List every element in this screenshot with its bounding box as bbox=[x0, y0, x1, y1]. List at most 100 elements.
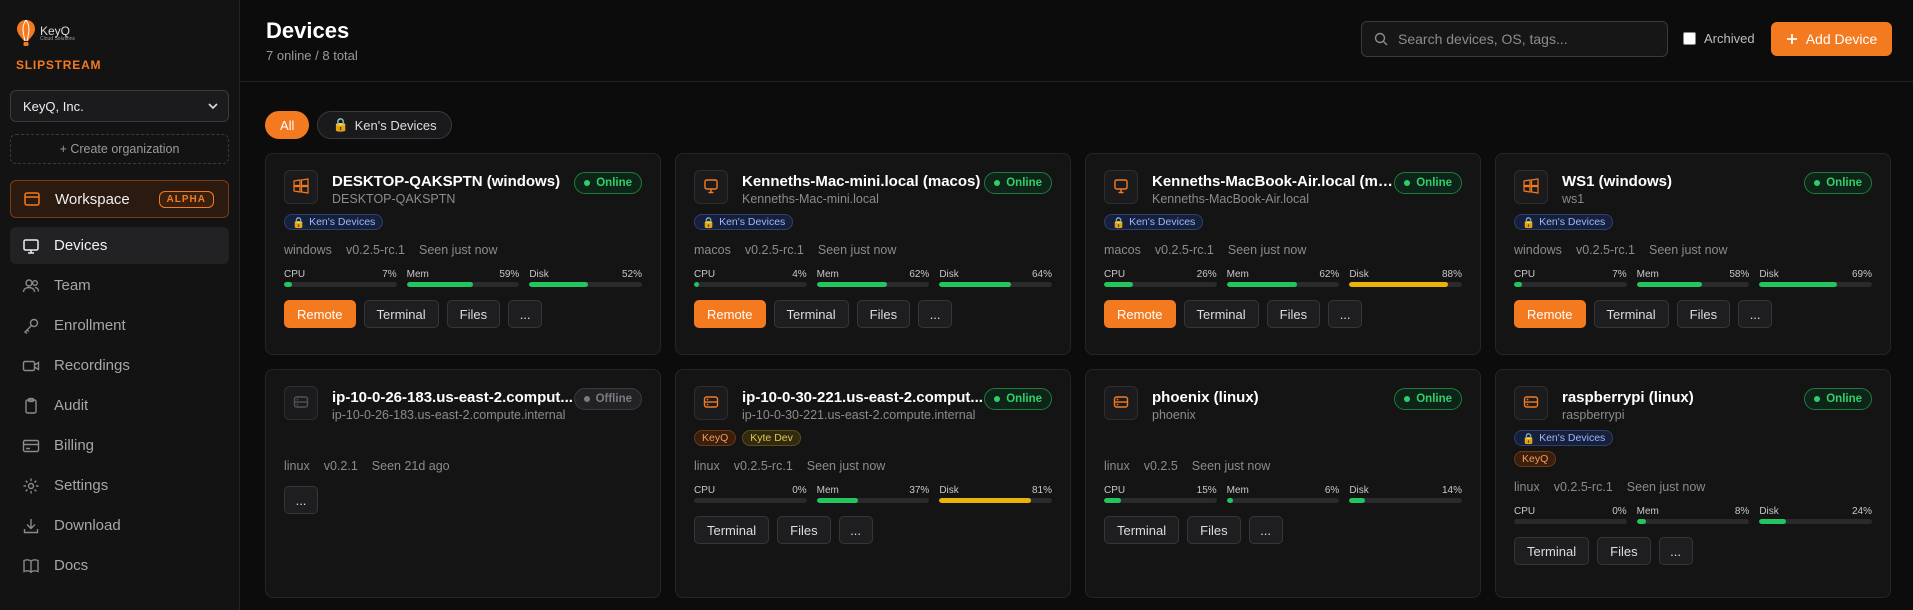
metric-bar bbox=[816, 498, 930, 503]
device-hostname: DESKTOP-QAKSPTN bbox=[332, 192, 456, 206]
device-type-icon bbox=[1514, 386, 1548, 420]
more-button[interactable]: ... bbox=[1658, 537, 1693, 565]
device-name[interactable]: Kenneths-Mac-mini.local (macos) bbox=[742, 173, 987, 190]
search-input[interactable] bbox=[1398, 31, 1648, 47]
credit-card-icon bbox=[22, 439, 40, 452]
metric-label: CPU bbox=[284, 269, 306, 280]
files-button[interactable]: Files bbox=[856, 300, 911, 328]
device-metrics: CPU 0% Mem 37% Disk 81% bbox=[694, 485, 1052, 503]
sidebar-item-settings[interactable]: Settings bbox=[10, 467, 229, 504]
remote-button[interactable]: Remote bbox=[694, 300, 766, 328]
device-card[interactable]: WS1 (windows) ws1 Online 🔒 Ken's Devices wind… bbox=[1495, 153, 1891, 355]
add-device-button[interactable]: Add Device bbox=[1771, 22, 1892, 56]
organization-select[interactable]: KeyQ, Inc. bbox=[10, 90, 229, 122]
terminal-button[interactable]: Terminal bbox=[363, 300, 439, 328]
terminal-button[interactable]: Terminal bbox=[1593, 300, 1669, 328]
device-tag: 🔒 Ken's Devices bbox=[1514, 430, 1614, 446]
archived-label: Archived bbox=[1704, 31, 1755, 46]
status-label: Online bbox=[1006, 393, 1042, 405]
device-name[interactable]: raspberrypi (linux) bbox=[1562, 389, 1807, 406]
device-meta: linux v0.2.5-rc.1 Seen just now bbox=[1514, 480, 1872, 494]
metric-value: 7% bbox=[1612, 269, 1627, 280]
remote-button[interactable]: Remote bbox=[284, 300, 356, 328]
device-name[interactable]: WS1 (windows) bbox=[1562, 173, 1807, 190]
filter-kens-devices[interactable]: 🔒 Ken's Devices bbox=[317, 111, 452, 139]
sidebar-item-enrollment[interactable]: Enrollment bbox=[10, 307, 229, 344]
files-button[interactable]: Files bbox=[1597, 537, 1651, 565]
filter-all[interactable]: All bbox=[265, 111, 310, 139]
device-name[interactable]: DESKTOP-QAKSPTN (windows) bbox=[332, 173, 577, 190]
archived-toggle[interactable]: Archived bbox=[1683, 31, 1755, 46]
device-card[interactable]: Kenneths-MacBook-Air.local (ma... Kenneth… bbox=[1085, 153, 1481, 355]
sidebar-item-workspace[interactable]: Workspace ALPHA bbox=[10, 180, 229, 218]
device-os: windows bbox=[284, 243, 332, 257]
lock-icon: 🔒 bbox=[1112, 216, 1126, 229]
files-button[interactable]: Files bbox=[777, 516, 831, 544]
device-metrics: CPU 15% Mem 6% Disk 14% bbox=[1104, 485, 1462, 503]
sidebar-item-recordings[interactable]: Recordings bbox=[10, 347, 229, 384]
device-type-icon bbox=[1104, 170, 1138, 204]
status-dot bbox=[583, 396, 590, 402]
metric-bar-fill bbox=[816, 282, 887, 287]
device-tags: 🔒 Ken's Devices bbox=[1514, 214, 1872, 230]
plus-icon bbox=[1786, 34, 1797, 44]
device-os: macos bbox=[1104, 243, 1141, 257]
device-hostname: ws1 bbox=[1562, 192, 1585, 206]
device-name[interactable]: phoenix (linux) bbox=[1152, 389, 1397, 406]
metric-bar bbox=[1104, 498, 1217, 503]
sidebar-item-label: Recordings bbox=[54, 357, 130, 374]
device-meta: linux v0.2.1 Seen 21d ago bbox=[284, 459, 642, 473]
metric-bar bbox=[1759, 519, 1872, 524]
device-type-icon bbox=[694, 386, 728, 420]
device-actions: Remote Terminal Files... bbox=[284, 300, 642, 328]
more-button[interactable]: ... bbox=[508, 300, 543, 328]
device-name[interactable]: Kenneths-MacBook-Air.local (ma... bbox=[1152, 173, 1397, 190]
sidebar-item-team[interactable]: Team bbox=[10, 267, 229, 304]
more-button[interactable]: ... bbox=[918, 300, 953, 328]
search-box[interactable] bbox=[1361, 21, 1668, 57]
terminal-button[interactable]: Terminal bbox=[1104, 516, 1180, 544]
device-card[interactable]: phoenix (linux) phoenix Online linux v0.2.5 S… bbox=[1085, 369, 1481, 598]
sidebar-item-devices[interactable]: Devices bbox=[10, 227, 229, 264]
more-button[interactable]: ... bbox=[284, 486, 318, 514]
device-card[interactable]: DESKTOP-QAKSPTN (windows) DESKTOP-QAKSPTN… bbox=[265, 153, 661, 355]
book-icon bbox=[23, 558, 39, 573]
more-button[interactable]: ... bbox=[1248, 516, 1283, 544]
sidebar-item-billing[interactable]: Billing bbox=[10, 427, 229, 464]
metric-bar bbox=[694, 498, 807, 503]
device-card[interactable]: ip-10-0-30-221.us-east-2.comput... ip-10-… bbox=[675, 369, 1071, 598]
more-button[interactable]: ... bbox=[838, 516, 873, 544]
sidebar-item-download[interactable]: Download bbox=[10, 507, 229, 544]
device-card[interactable]: Kenneths-Mac-mini.local (macos) Kenneths-… bbox=[675, 153, 1071, 355]
files-button[interactable]: Files bbox=[446, 300, 501, 328]
files-button[interactable]: Files bbox=[1676, 300, 1731, 328]
metric-disk: Disk 64% bbox=[939, 269, 1052, 287]
files-button[interactable]: Files bbox=[1187, 516, 1241, 544]
terminal-button[interactable]: Terminal bbox=[1514, 537, 1590, 565]
remote-button[interactable]: Remote bbox=[1104, 300, 1176, 328]
archived-checkbox[interactable] bbox=[1683, 32, 1696, 45]
sidebar-item-audit[interactable]: Audit bbox=[10, 387, 229, 424]
device-meta: windows v0.2.5-rc.1 Seen just now bbox=[1514, 243, 1872, 257]
metric-bar bbox=[529, 282, 642, 287]
metric-value: 24% bbox=[1851, 506, 1872, 517]
device-tags bbox=[1104, 430, 1462, 446]
keyq-logo[interactable]: KeyQ Cloud Solutions bbox=[10, 16, 229, 50]
device-card[interactable]: ip-10-0-26-183.us-east-2.comput... ip-10-… bbox=[265, 369, 661, 598]
more-button[interactable]: ... bbox=[1738, 300, 1773, 328]
terminal-button[interactable]: Terminal bbox=[1183, 300, 1259, 328]
create-organization-button[interactable]: + Create organization bbox=[10, 134, 229, 164]
users-icon bbox=[22, 278, 40, 292]
device-name[interactable]: ip-10-0-26-183.us-east-2.comput... bbox=[332, 389, 577, 406]
remote-button[interactable]: Remote bbox=[1514, 300, 1586, 328]
more-button[interactable]: ... bbox=[1328, 300, 1363, 328]
status-badge: Online bbox=[984, 388, 1052, 410]
status-badge: Online bbox=[1804, 172, 1872, 194]
device-name[interactable]: ip-10-0-30-221.us-east-2.comput... bbox=[742, 389, 987, 406]
terminal-button[interactable]: Terminal bbox=[773, 300, 849, 328]
metric-cpu: CPU 15% bbox=[1104, 485, 1217, 503]
device-card[interactable]: raspberrypi (linux) raspberrypi Online 🔒 Ken… bbox=[1495, 369, 1891, 598]
files-button[interactable]: Files bbox=[1266, 300, 1321, 328]
terminal-button[interactable]: Terminal bbox=[694, 516, 770, 544]
sidebar-item-docs[interactable]: Docs bbox=[10, 547, 229, 584]
